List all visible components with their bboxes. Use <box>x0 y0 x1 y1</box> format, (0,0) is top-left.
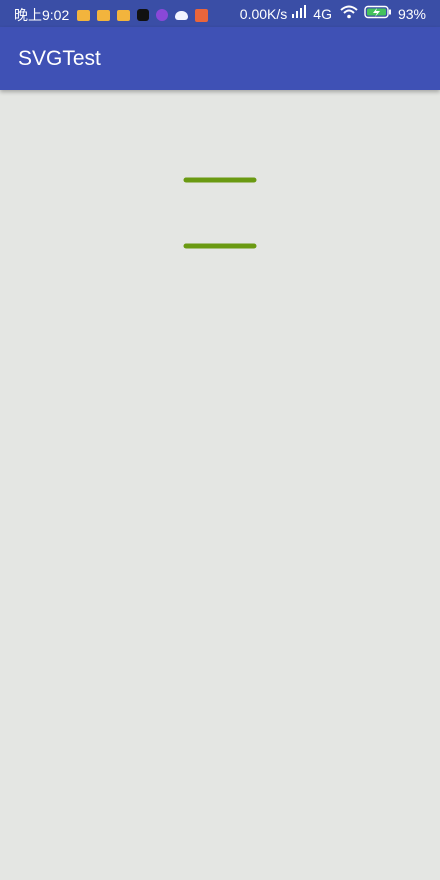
battery-percent: 93% <box>397 5 426 22</box>
page-title: SVGTest <box>18 47 101 70</box>
weibo-icon <box>77 9 91 21</box>
status-time: 晚上9:02 <box>14 7 70 23</box>
network-speed: 0.00K/s <box>239 5 288 22</box>
weibo-icon <box>97 9 111 21</box>
tiktok-icon <box>137 9 150 21</box>
bird-app-icon <box>175 10 189 20</box>
signal-icon <box>291 5 307 22</box>
wifi-icon <box>340 5 358 22</box>
status-right: 0.00K/s 4G 93% <box>240 5 426 22</box>
orange-app-icon <box>195 8 209 22</box>
content-area <box>0 90 440 880</box>
status-bar: 晚上9:02 0.00K/s 4G 93% <box>0 0 440 27</box>
network-type: 4G <box>313 5 332 22</box>
weibo-icon <box>117 9 131 21</box>
battery-icon <box>364 5 392 22</box>
app-bar: SVGTest <box>0 27 440 90</box>
purple-app-icon <box>156 9 169 21</box>
line-drawing <box>183 177 257 249</box>
status-left: 晚上9:02 <box>14 5 215 25</box>
